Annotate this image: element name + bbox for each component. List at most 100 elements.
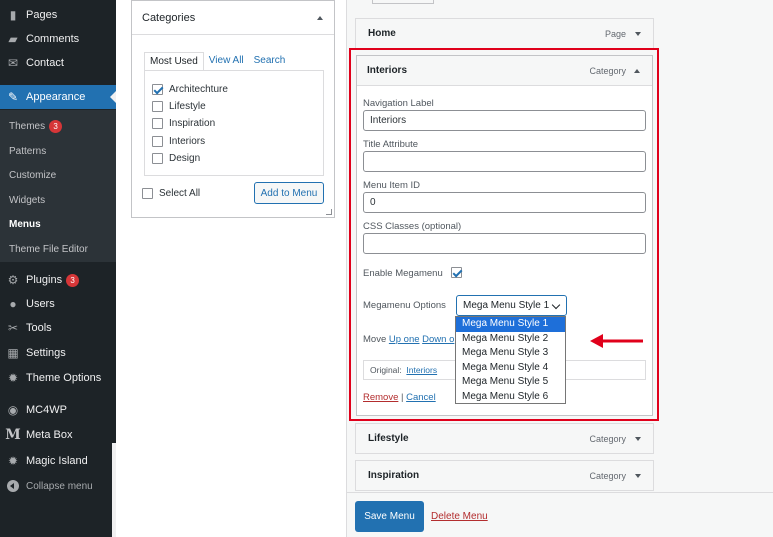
sidebar-item-appearance[interactable]: ✎ Appearance — [0, 85, 116, 109]
category-checkbox[interactable] — [152, 117, 163, 129]
mc4wp-icon: ◉ — [7, 403, 19, 417]
dropdown-option[interactable]: Mega Menu Style 6 — [456, 390, 565, 405]
category-checkbox[interactable] — [152, 100, 163, 112]
sidebar-item-label: MC4WP — [26, 404, 67, 416]
tab-view-all[interactable]: View All — [204, 52, 249, 71]
meta-box-icon: M — [5, 427, 21, 443]
categories-panel: Categories Most Used View All Search Arc… — [131, 0, 335, 218]
sidebar-item-label: Menus — [9, 218, 41, 230]
sidebar-item-theme-options[interactable]: ✹ Theme Options — [0, 366, 116, 390]
sidebar-item-label: Settings — [26, 347, 66, 359]
appearance-submenu: Themes 3 Patterns Customize Widgets Menu… — [0, 110, 116, 262]
sidebar-item-label: Users — [26, 298, 55, 310]
chevron-down-icon[interactable] — [635, 32, 641, 36]
tools-icon: ✂ — [7, 321, 19, 335]
category-checkbox[interactable] — [152, 152, 163, 164]
sidebar-item-label: Plugins — [26, 274, 63, 286]
sidebar-item-label: Widgets — [9, 194, 46, 206]
brush-icon: ✎ — [7, 90, 19, 104]
sidebar-item-label: Contact — [26, 57, 64, 69]
sidebar-item-themes[interactable]: Themes 3 — [9, 117, 63, 135]
sidebar-item-label: Patterns — [9, 145, 47, 157]
sidebar-item-magic-island[interactable]: ✹ Magic Island — [0, 449, 112, 473]
contact-icon: ✉ — [7, 56, 19, 70]
sidebar-item-plugins[interactable]: ⚙ Plugins 3 — [0, 268, 116, 292]
resize-handle[interactable] — [326, 209, 332, 215]
category-label: Architechture — [169, 83, 228, 95]
active-indicator — [110, 91, 116, 103]
update-count-badge: 3 — [66, 273, 80, 287]
category-checkbox[interactable] — [152, 83, 163, 95]
plugins-icon: ⚙ — [7, 273, 19, 287]
sidebar-item-menus[interactable]: Menus — [9, 215, 41, 233]
collapse-menu-button[interactable]: Collapse menu — [0, 474, 112, 498]
sidebar-item-users[interactable]: ● Users — [0, 292, 116, 316]
menu-item-type: Category — [589, 470, 626, 481]
sidebar-item-label: Pages — [26, 9, 58, 21]
list-item[interactable]: Lifestyle — [152, 99, 206, 113]
arrow-left-icon — [590, 334, 643, 348]
sidebar-item-tools[interactable]: ✂ Tools — [0, 316, 116, 340]
dropdown-option[interactable]: Mega Menu Style 1 — [456, 317, 565, 332]
megamenu-style-dropdown: Mega Menu Style 1 Mega Menu Style 2 Mega… — [455, 316, 566, 404]
list-item[interactable]: Inspiration — [152, 116, 215, 130]
add-to-menu-button[interactable]: Add to Menu — [254, 182, 324, 204]
save-menu-button[interactable]: Save Menu — [355, 501, 424, 532]
select-all-checkbox[interactable]: Select All — [142, 188, 200, 199]
pages-icon: ▮ — [9, 8, 17, 22]
category-label: Lifestyle — [169, 100, 206, 112]
select-all-box[interactable] — [142, 188, 153, 199]
menu-item-title: Home — [368, 28, 396, 39]
sidebar-item-contact[interactable]: ✉ Contact — [0, 51, 116, 75]
categories-panel-header[interactable]: Categories — [132, 1, 334, 35]
panel-title: Categories — [142, 11, 196, 24]
category-label: Inspiration — [169, 117, 216, 129]
menu-item-inspiration[interactable]: Inspiration Category — [355, 460, 654, 491]
sidebar-item-label: Appearance — [26, 91, 86, 103]
menu-item-stub — [372, 0, 434, 4]
menu-item-title: Inspiration — [368, 470, 420, 481]
sidebar-item-comments[interactable]: ▰ Comments — [0, 27, 116, 51]
sidebar-item-label: Meta Box — [26, 429, 73, 441]
categories-tabs: Most Used View All Search — [144, 52, 290, 71]
category-label: Design — [169, 152, 201, 164]
dropdown-option[interactable]: Mega Menu Style 4 — [456, 361, 565, 376]
sidebar-item-widgets[interactable]: Widgets — [9, 191, 45, 209]
menu-item-home[interactable]: Home Page — [355, 18, 654, 49]
category-checklist: Architechture Lifestyle Inspiration Inte… — [144, 70, 324, 176]
sidebar-item-label: Magic Island — [26, 455, 88, 467]
tab-search[interactable]: Search — [249, 52, 291, 71]
list-item[interactable]: Design — [152, 151, 200, 165]
caret-up-icon[interactable] — [317, 16, 323, 20]
sidebar-item-theme-file-editor[interactable]: Theme File Editor — [9, 240, 88, 258]
chevron-down-icon[interactable] — [635, 437, 641, 441]
sidebar-item-mc4wp[interactable]: ◉ MC4WP — [0, 398, 116, 422]
menu-item-type: Page — [604, 28, 626, 39]
tab-most-used[interactable]: Most Used — [144, 52, 204, 71]
dropdown-option[interactable]: Mega Menu Style 5 — [456, 375, 565, 390]
sidebar-item-settings[interactable]: ▦ Settings — [0, 341, 116, 365]
update-count-badge: 3 — [49, 119, 63, 133]
dropdown-option[interactable]: Mega Menu Style 3 — [456, 346, 565, 361]
sidebar-item-label: Tools — [26, 322, 52, 334]
collapse-icon — [7, 480, 19, 492]
sidebar-item-customize[interactable]: Customize — [9, 166, 56, 184]
dropdown-option[interactable]: Mega Menu Style 2 — [456, 332, 565, 347]
sidebar-item-label: Themes — [9, 120, 46, 132]
delete-menu-link[interactable]: Delete Menu — [431, 511, 488, 522]
admin-sidebar: ▮ Pages ▰ Comments ✉ Contact ✎ Appearanc… — [0, 0, 116, 443]
settings-icon: ▦ — [7, 346, 19, 360]
list-item[interactable]: Interiors — [152, 134, 205, 148]
sidebar-item-pages[interactable]: ▮ Pages — [0, 3, 116, 27]
select-all-label: Select All — [159, 188, 201, 199]
menu-item-lifestyle[interactable]: Lifestyle Category — [355, 423, 654, 454]
category-checkbox[interactable] — [152, 135, 163, 147]
list-item[interactable]: Architechture — [152, 82, 228, 96]
sidebar-item-label: Comments — [26, 33, 80, 45]
sidebar-item-label: Customize — [9, 169, 57, 181]
sidebar-item-patterns[interactable]: Patterns — [9, 142, 46, 160]
category-label: Interiors — [169, 135, 206, 147]
chevron-down-icon[interactable] — [635, 474, 641, 478]
collapse-label: Collapse menu — [26, 480, 93, 492]
sidebar-item-label: Theme File Editor — [9, 243, 88, 255]
